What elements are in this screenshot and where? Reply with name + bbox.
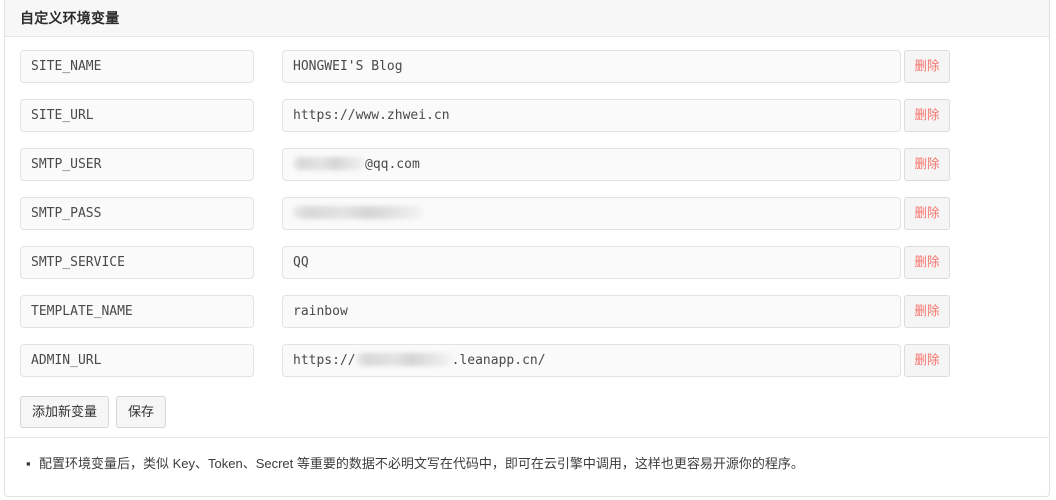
env-key-input[interactable]: SMTP_SERVICE [20, 246, 254, 279]
panel-header: 自定义环境变量 [5, 0, 1049, 37]
env-key-input[interactable]: SMTP_USER [20, 148, 254, 181]
table-row: SMTP_SERVICE QQ 删除 [5, 246, 1049, 295]
env-value-input[interactable]: https:// .leanapp.cn/ [282, 344, 901, 377]
delete-button[interactable]: 删除 [904, 295, 950, 328]
add-variable-button[interactable]: 添加新变量 [20, 396, 110, 428]
delete-button[interactable]: 删除 [904, 148, 950, 181]
env-value-input[interactable]: rainbow [282, 295, 901, 328]
delete-button[interactable]: 删除 [904, 99, 950, 132]
env-value-input[interactable]: https://www.zhwei.cn [282, 99, 901, 132]
env-value-prefix: https:// [293, 353, 356, 368]
delete-button[interactable]: 删除 [904, 246, 950, 279]
env-value-input[interactable]: QQ [282, 246, 901, 279]
env-value-suffix: @qq.com [365, 157, 420, 172]
note-text: 配置环境变量后，类似 Key、Token、Secret 等重要的数据不必明文写在… [39, 456, 804, 471]
env-key-input[interactable]: SITE_URL [20, 99, 254, 132]
redacted-value [355, 353, 452, 366]
table-row: SITE_URL https://www.zhwei.cn 删除 [5, 99, 1049, 148]
note-list: ▪ 配置环境变量后，类似 Key、Token、Secret 等重要的数据不必明文… [21, 454, 1033, 474]
page-title: 自定义环境变量 [20, 10, 120, 26]
delete-button[interactable]: 删除 [904, 344, 950, 377]
table-row: SMTP_USER @qq.com 删除 [5, 148, 1049, 197]
save-button[interactable]: 保存 [116, 396, 167, 428]
redacted-value [293, 157, 365, 170]
bullet-icon: ▪ [26, 456, 31, 471]
footer-note: ▪ 配置环境变量后，类似 Key、Token、Secret 等重要的数据不必明文… [5, 437, 1049, 474]
env-vars-list: SITE_NAME HONGWEI'S Blog 删除 SITE_URL https:/… [5, 37, 1049, 474]
table-row: SITE_NAME HONGWEI'S Blog 删除 [5, 50, 1049, 99]
delete-button[interactable]: 删除 [904, 50, 950, 83]
env-value-input[interactable]: @qq.com [282, 148, 901, 181]
env-key-input[interactable]: TEMPLATE_NAME [20, 295, 254, 328]
env-value-input[interactable]: HONGWEI'S Blog [282, 50, 901, 83]
env-key-input[interactable]: ADMIN_URL [20, 344, 254, 377]
table-row: TEMPLATE_NAME rainbow 删除 [5, 295, 1049, 344]
env-key-input[interactable]: SMTP_PASS [20, 197, 254, 230]
action-row: 添加新变量 保存 [5, 392, 1049, 437]
table-row: SMTP_PASS 删除 [5, 197, 1049, 246]
custom-env-vars-panel: 自定义环境变量 SITE_NAME HONGWEI'S Blog 删除 SITE_UR… [4, 0, 1050, 497]
list-item: ▪ 配置环境变量后，类似 Key、Token、Secret 等重要的数据不必明文… [26, 454, 1033, 474]
env-value-input[interactable] [282, 197, 901, 230]
delete-button[interactable]: 删除 [904, 197, 950, 230]
env-value-suffix: .leanapp.cn/ [451, 353, 546, 368]
redacted-value [293, 206, 423, 219]
env-key-input[interactable]: SITE_NAME [20, 50, 254, 83]
table-row: ADMIN_URL https:// .leanapp.cn/删除 [5, 344, 1049, 393]
